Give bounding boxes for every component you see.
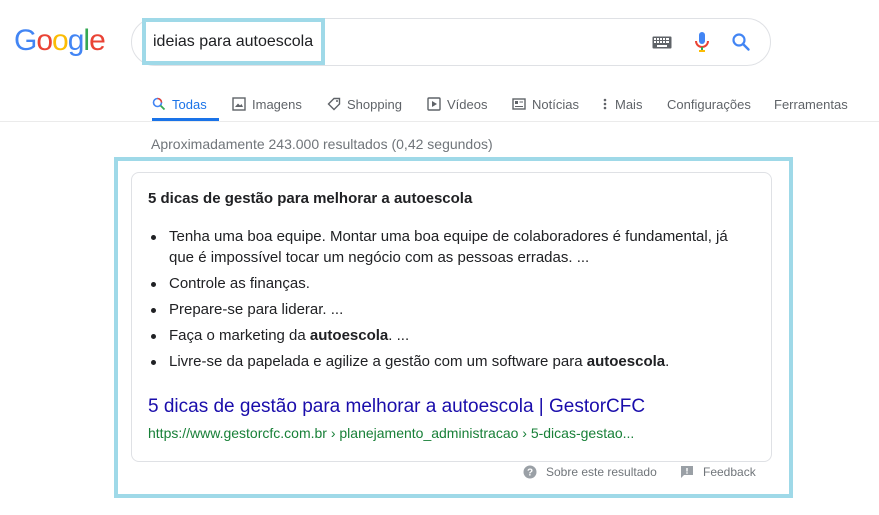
list-item-text: . <box>665 353 670 370</box>
header-divider <box>0 121 879 122</box>
result-stats: Aproximadamente 243.000 resultados (0,42… <box>151 136 493 152</box>
snippet-list: Tenha uma boa equipe. Montar uma boa equ… <box>148 226 748 377</box>
search-tabs: Todas Imagens Shopping Vídeos Notícias M… <box>0 86 879 122</box>
tab-label: Notícias <box>532 96 579 112</box>
tab-configuracoes[interactable]: Configurações <box>667 86 751 122</box>
svg-text:?: ? <box>527 468 533 479</box>
play-icon <box>427 97 441 111</box>
list-item-text: Tenha uma boa equipe. Montar uma boa equ… <box>169 228 728 266</box>
tab-label: Mais <box>615 96 643 112</box>
logo-letter: o <box>36 24 53 57</box>
list-item: Livre-se da papelada e agilize a gestão … <box>148 351 748 372</box>
tab-shopping[interactable]: Shopping <box>327 86 402 122</box>
list-item: Tenha uma boa equipe. Montar uma boa equ… <box>148 226 748 268</box>
tab-label: Ferramentas <box>774 96 848 112</box>
search-input[interactable]: ideias para autoescola <box>153 33 313 51</box>
search-icon[interactable] <box>731 32 751 52</box>
about-label: Sobre este resultado <box>546 465 657 479</box>
list-item-text: Faça o marketing da <box>169 327 310 344</box>
keyboard-icon[interactable] <box>652 36 672 49</box>
logo-letter: o <box>52 24 69 57</box>
about-result-button[interactable]: ? Sobre este resultado <box>523 465 657 479</box>
list-item: Faça o marketing da autoescola. ... <box>148 325 748 346</box>
search-highlight: ideias para autoescola <box>142 18 325 65</box>
list-item: Prepare-se para liderar. ... <box>148 299 748 320</box>
tab-imagens[interactable]: Imagens <box>232 86 302 122</box>
search-icon <box>152 97 166 111</box>
logo-letter: e <box>89 24 106 57</box>
feedback-button[interactable]: Feedback <box>680 465 756 479</box>
more-vert-icon <box>603 98 607 110</box>
microphone-icon[interactable] <box>694 31 710 53</box>
logo-letter: G <box>14 24 37 57</box>
tab-label: Vídeos <box>447 96 488 112</box>
tab-label: Todas <box>172 96 207 112</box>
tab-todas[interactable]: Todas <box>152 86 207 122</box>
tab-videos[interactable]: Vídeos <box>427 86 487 122</box>
list-item-bold: autoescola <box>586 353 666 370</box>
list-item-bold: autoescola <box>309 327 389 344</box>
list-item-text: . ... <box>388 327 410 344</box>
list-item-text: Controle as finanças. <box>169 275 310 292</box>
tab-noticias[interactable]: Notícias <box>512 86 579 122</box>
tag-icon <box>327 97 341 111</box>
tab-label: Imagens <box>252 96 302 112</box>
image-icon <box>232 97 246 111</box>
result-url[interactable]: https://www.gestorcfc.com.br › planejame… <box>148 425 634 441</box>
list-item-text: Livre-se da papelada e agilize a gestão … <box>169 353 587 370</box>
tab-label: Configurações <box>667 96 751 112</box>
list-item-text: Prepare-se para liderar. ... <box>169 301 344 318</box>
news-icon <box>512 98 526 110</box>
help-icon: ? <box>523 465 537 479</box>
list-item: Controle as finanças. <box>148 273 748 294</box>
snippet-title: 5 dicas de gestão para melhorar a autoes… <box>148 190 473 207</box>
tab-ferramentas[interactable]: Ferramentas <box>774 86 848 122</box>
feedback-icon <box>681 466 693 478</box>
feedback-label: Feedback <box>703 465 756 479</box>
google-logo[interactable]: Google <box>14 24 106 58</box>
tab-mais[interactable]: Mais <box>602 86 642 122</box>
logo-letter: g <box>67 24 85 57</box>
result-title-link[interactable]: 5 dicas de gestão para melhorar a autoes… <box>148 396 645 418</box>
tab-label: Shopping <box>347 96 402 112</box>
